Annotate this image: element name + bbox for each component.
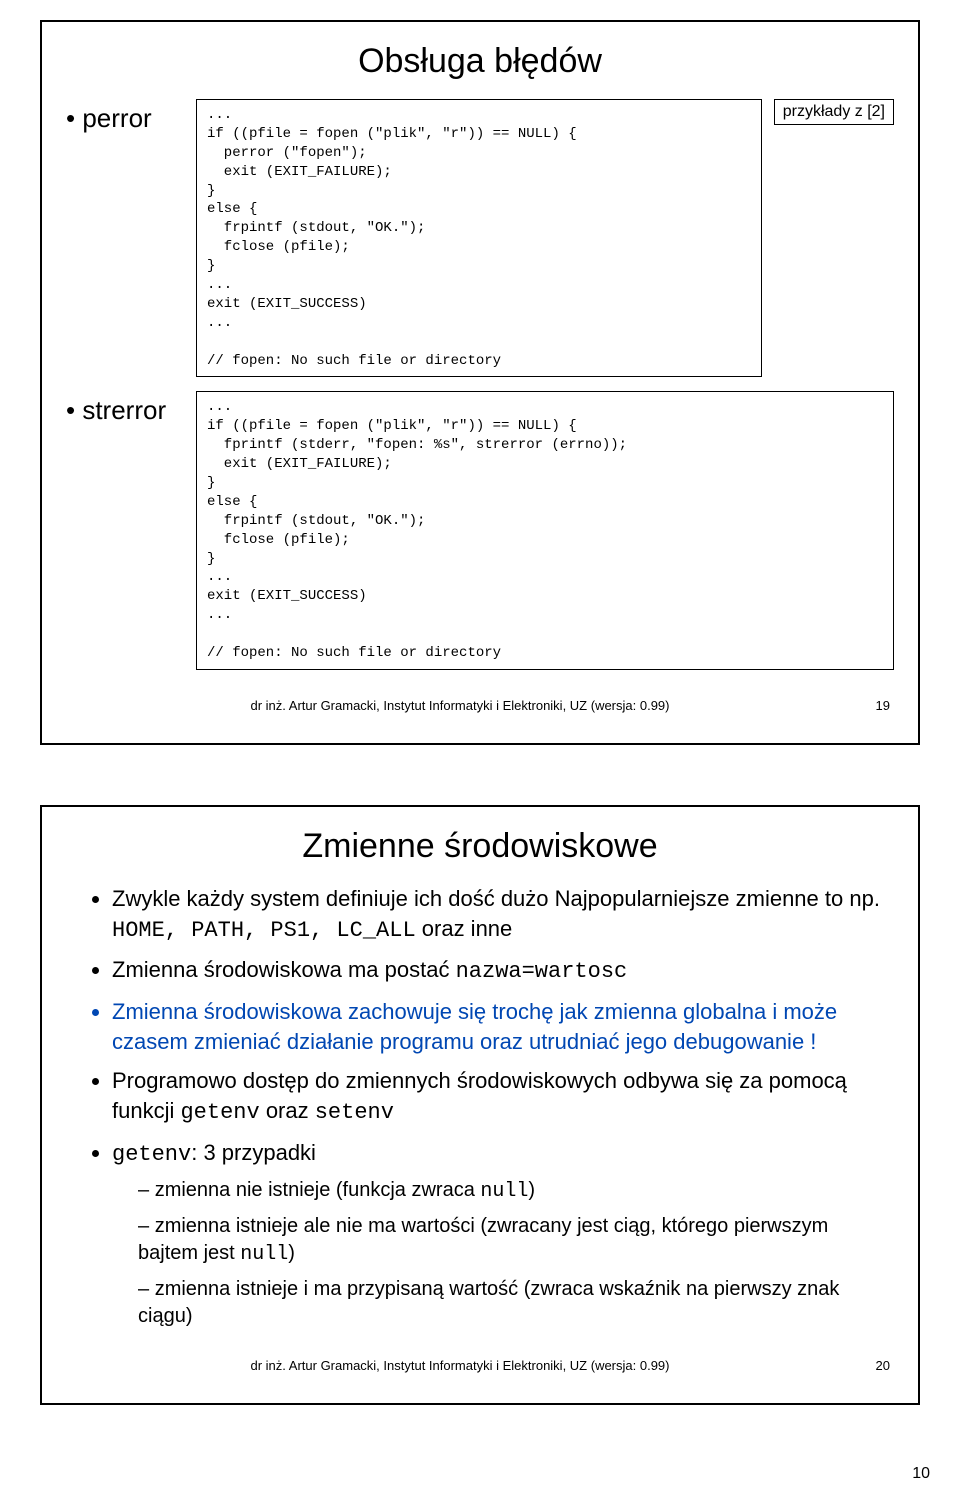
text: ): [528, 1179, 535, 1201]
text: oraz: [260, 1098, 315, 1123]
sub-item: zmienna istnieje ale nie ma wartości (zw…: [138, 1213, 884, 1268]
text: Zwykle każdy system definiuje ich dość d…: [112, 886, 880, 911]
list-item: Zmienna środowiskowa ma postać nazwa=war…: [112, 955, 884, 987]
text: : 3 przypadki: [191, 1140, 316, 1165]
code-perror: ... if ((pfile = fopen ("plik", "r")) ==…: [196, 99, 762, 377]
slide-19: Obsługa błędów perror ... if ((pfile = f…: [40, 20, 920, 745]
slide-number: 20: [850, 1358, 890, 1373]
page-number: 10: [20, 1465, 940, 1483]
mono-text: nazwa=wartosc: [456, 959, 628, 984]
mono-text: setenv: [315, 1100, 394, 1125]
slide-footer: dr inż. Artur Gramacki, Instytut Informa…: [66, 1358, 894, 1373]
slide-title: Zmienne środowiskowe: [66, 827, 894, 866]
text: Zmienna środowiskowa ma postać: [112, 957, 456, 982]
mono-text: null: [480, 1180, 528, 1203]
list-item-highlight: Zmienna środowiskowa zachowuje się troch…: [112, 997, 884, 1056]
mono-text: HOME, PATH, PS1, LC_ALL: [112, 918, 416, 943]
list-item: getenv: 3 przypadki zmienna nie istnieje…: [112, 1138, 884, 1331]
list-item: Zwykle każdy system definiuje ich dość d…: [112, 884, 884, 945]
footer-text: dr inż. Artur Gramacki, Instytut Informa…: [70, 1358, 850, 1373]
sub-item: zmienna nie istnieje (funkcja zwraca nul…: [138, 1177, 884, 1205]
bullet-strerror: strerror: [66, 391, 196, 426]
slide-footer: dr inż. Artur Gramacki, Instytut Informa…: [66, 698, 894, 713]
example-tag: przykłady z [2]: [774, 99, 894, 125]
list-item: Programowo dostęp do zmiennych środowisk…: [112, 1066, 884, 1127]
text: oraz inne: [416, 916, 513, 941]
mono-text: null: [240, 1243, 288, 1266]
footer-text: dr inż. Artur Gramacki, Instytut Informa…: [70, 698, 850, 713]
code-strerror: ... if ((pfile = fopen ("plik", "r")) ==…: [196, 391, 894, 669]
bullet-perror: perror: [66, 99, 196, 134]
row-perror: perror ... if ((pfile = fopen ("plik", "…: [66, 99, 894, 377]
slide-title: Obsługa błędów: [66, 42, 894, 81]
slide-20: Zmienne środowiskowe Zwykle każdy system…: [40, 805, 920, 1406]
sub-item: zmienna istnieje i ma przypisaną wartość…: [138, 1276, 884, 1330]
slide-number: 19: [850, 698, 890, 713]
text: ): [288, 1242, 295, 1264]
mono-text: getenv: [112, 1142, 191, 1167]
row-strerror: strerror ... if ((pfile = fopen ("plik",…: [66, 391, 894, 669]
mono-text: getenv: [180, 1100, 259, 1125]
bullet-label: perror: [66, 103, 152, 133]
text: zmienna nie istnieje (funkcja zwraca: [155, 1179, 481, 1201]
bullet-label: strerror: [66, 395, 166, 425]
slide-body: Zwykle każdy system definiuje ich dość d…: [66, 884, 894, 1331]
